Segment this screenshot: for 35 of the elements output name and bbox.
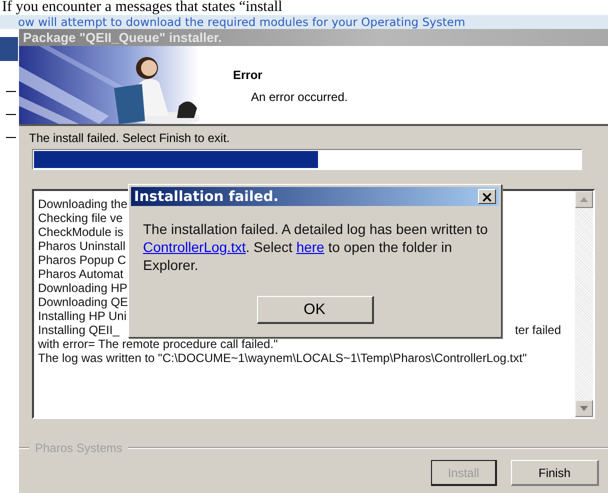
log-line: Installing HP Uni [38,309,126,323]
intro-text: ow will attempt to download the required modules for your Operating System [0,15,608,29]
dialog-title: Installation failed. [134,188,279,204]
log-line: The log was written to "C:\DOCUME~1\waynem\LOCALS~1\Temp\Pharos\ControllerLog.txt" [38,351,527,365]
header-subtitle: An error occurred. [250,90,348,104]
error-message: The installation failed. A detailed log has been written to ControllerLog.txt. Select here to open the folder in Explorer. [143,220,489,274]
down-arrow-icon [580,406,588,411]
log-line: Pharos Uninstall [38,239,126,253]
folder-link[interactable]: here [296,239,324,255]
list-dash [6,91,16,92]
scrollbar[interactable] [575,191,593,417]
log-line: Pharos Automat [38,267,124,281]
page-heading: If you encounter a messages that states “install [1,0,284,15]
header-title: Error [233,68,264,82]
close-button[interactable]: × [478,189,496,204]
finish-button[interactable]: Finish [511,460,599,486]
scroll-up-button[interactable] [575,191,593,208]
list-dash [6,137,16,138]
log-line: ter failed [514,323,561,337]
log-line: Checking file ve [38,211,123,225]
log-line: with error= The remote procedure call failed." [38,337,278,351]
log-line: Installing QEII_ [38,323,120,337]
log-line: Downloading QE [38,295,128,309]
window-title: Package "QEII_Queue" installer. [19,29,608,46]
log-line: Downloading the [38,197,128,211]
status-text: The install failed. Select Finish to exit. [28,130,231,146]
page-banner [0,37,18,61]
ok-button[interactable]: OK [256,296,374,324]
log-line: Pharos Popup C [38,253,126,267]
scroll-down-button[interactable] [575,400,593,417]
list-dash [6,114,16,115]
log-line: Downloading HP [38,281,128,295]
log-line: CheckModule is [38,225,124,239]
up-arrow-icon [580,197,588,202]
log-file-link[interactable]: ControllerLog.txt [143,239,246,255]
